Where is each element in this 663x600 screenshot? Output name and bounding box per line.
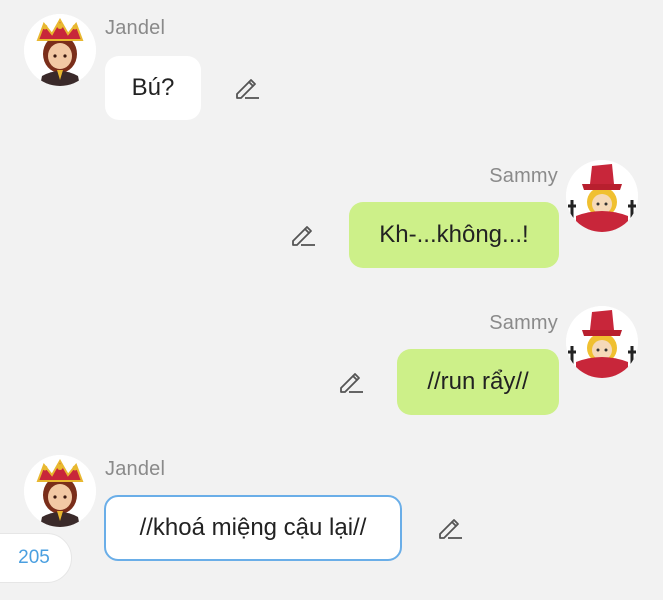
avatar-jandel[interactable]	[24, 455, 96, 527]
message-bubble[interactable]: Kh-...không...!	[349, 202, 559, 268]
red-hat-avatar-icon	[566, 306, 638, 378]
avatar-sammy[interactable]	[566, 306, 638, 378]
crowned-avatar-icon	[24, 455, 96, 527]
message-bubble-selected[interactable]: //khoá miệng cậu lại//	[104, 495, 402, 561]
sender-name: Sammy	[489, 312, 558, 334]
sender-name: Sammy	[489, 165, 558, 187]
avatar-jandel[interactable]	[24, 14, 96, 86]
crowned-avatar-icon	[24, 14, 96, 86]
pencil-edit-icon[interactable]	[337, 368, 365, 396]
sender-name: Jandel	[105, 458, 166, 480]
message-bubble[interactable]: Bú?	[105, 56, 201, 120]
pencil-edit-icon[interactable]	[289, 221, 317, 249]
sender-name: Jandel	[105, 17, 166, 39]
red-hat-avatar-icon	[566, 160, 638, 232]
pencil-edit-icon[interactable]	[233, 74, 261, 102]
pencil-edit-icon[interactable]	[436, 514, 464, 542]
message-bubble[interactable]: //run rẩy//	[397, 349, 559, 415]
message-count-badge[interactable]: 205	[0, 533, 72, 583]
avatar-sammy[interactable]	[566, 160, 638, 232]
